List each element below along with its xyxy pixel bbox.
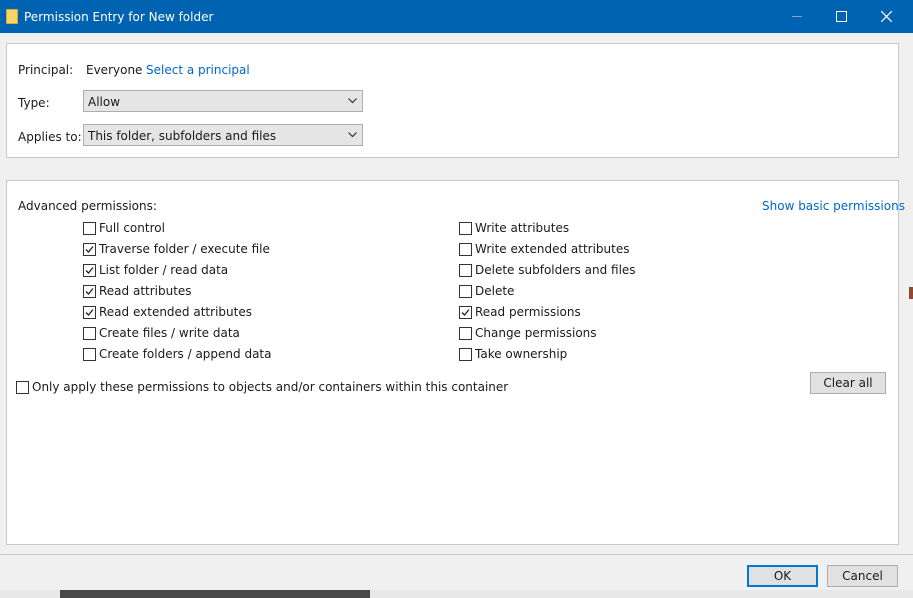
principal-value: Everyone xyxy=(86,63,143,77)
permission-label: Read extended attributes xyxy=(99,305,252,319)
checkmark-icon xyxy=(461,309,470,316)
permissions-panel: Advanced permissions: Show basic permiss… xyxy=(6,180,905,545)
only-apply-label: Only apply these permissions to objects … xyxy=(32,380,509,394)
checkmark-icon xyxy=(85,267,94,274)
chevron-down-icon xyxy=(348,132,357,138)
permission-checkbox[interactable] xyxy=(459,264,472,277)
folder-icon xyxy=(6,9,18,24)
title-bar: Permission Entry for New folder xyxy=(0,0,913,33)
maximize-button[interactable] xyxy=(818,0,864,33)
background-text-fragment xyxy=(60,590,370,598)
background-edge xyxy=(909,287,913,299)
applies-to-select-value: This folder, subfolders and files xyxy=(88,129,277,143)
permission-label: Delete subfolders and files xyxy=(475,263,636,277)
permission-checkbox[interactable] xyxy=(83,306,96,319)
permission-label: Take ownership xyxy=(475,347,568,361)
background-window-strip xyxy=(0,590,913,598)
principal-label: Principal: xyxy=(18,63,74,77)
checkmark-icon xyxy=(85,246,94,253)
permission-checkbox[interactable] xyxy=(83,222,96,235)
permission-checkbox[interactable] xyxy=(83,327,96,340)
permission-checkbox[interactable] xyxy=(459,222,472,235)
ok-button[interactable]: OK xyxy=(747,565,818,587)
select-principal-link[interactable]: Select a principal xyxy=(146,63,250,77)
chevron-down-icon xyxy=(348,98,357,104)
permission-checkbox[interactable] xyxy=(83,348,96,361)
applies-to-select[interactable]: This folder, subfolders and files xyxy=(83,124,363,146)
type-select[interactable]: Allow xyxy=(83,90,363,112)
permission-label: Read attributes xyxy=(99,284,192,298)
advanced-permissions-heading: Advanced permissions: xyxy=(18,199,157,213)
permission-label: Create files / write data xyxy=(99,326,240,340)
type-select-value: Allow xyxy=(88,95,121,109)
permission-label: Full control xyxy=(99,221,165,235)
only-apply-checkbox[interactable] xyxy=(16,381,29,394)
permission-checkbox[interactable] xyxy=(83,285,96,298)
close-icon xyxy=(881,11,892,22)
permission-label: Traverse folder / execute file xyxy=(99,242,270,256)
permission-label: Write extended attributes xyxy=(475,242,630,256)
checkmark-icon xyxy=(85,309,94,316)
permission-label: Write attributes xyxy=(475,221,570,235)
window-title: Permission Entry for New folder xyxy=(24,10,214,24)
minimize-button[interactable] xyxy=(774,0,820,33)
permission-label: Read permissions xyxy=(475,305,581,319)
show-basic-permissions-link[interactable]: Show basic permissions xyxy=(762,199,905,213)
permission-label: Delete xyxy=(475,284,515,298)
permission-label: Change permissions xyxy=(475,326,597,340)
permission-checkbox[interactable] xyxy=(459,306,472,319)
close-button[interactable] xyxy=(864,0,910,33)
type-label: Type: xyxy=(18,96,50,110)
clear-all-button[interactable]: Clear all xyxy=(810,372,886,394)
permission-label: Create folders / append data xyxy=(99,347,272,361)
principal-panel: Principal: Everyone Select a principal T… xyxy=(6,43,899,158)
permission-checkbox[interactable] xyxy=(459,285,472,298)
footer-divider xyxy=(0,554,913,555)
permission-checkbox[interactable] xyxy=(459,348,472,361)
applies-to-label: Applies to: xyxy=(18,130,82,144)
permission-checkbox[interactable] xyxy=(83,243,96,256)
checkmark-icon xyxy=(85,288,94,295)
permission-checkbox[interactable] xyxy=(83,264,96,277)
permission-label: List folder / read data xyxy=(99,263,229,277)
permission-checkbox[interactable] xyxy=(459,243,472,256)
permission-checkbox[interactable] xyxy=(459,327,472,340)
cancel-button[interactable]: Cancel xyxy=(827,565,898,587)
